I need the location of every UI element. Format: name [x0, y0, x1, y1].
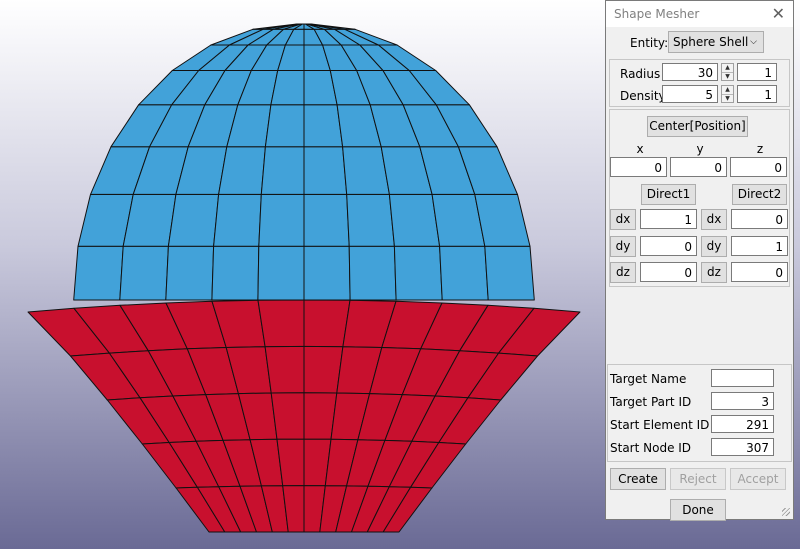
- direct1-dy-input[interactable]: [640, 236, 697, 256]
- target-name-label: Target Name: [610, 372, 687, 386]
- reject-button[interactable]: Reject: [670, 468, 726, 490]
- lower-mesh-element: [257, 299, 305, 348]
- direct1-dz-button[interactable]: dz: [610, 262, 636, 283]
- density-input[interactable]: [662, 85, 718, 103]
- center-x-input[interactable]: [610, 157, 667, 177]
- direct2-dx-button[interactable]: dx: [701, 209, 727, 230]
- x-label: x: [636, 142, 644, 156]
- entity-select[interactable]: Sphere Shell ⌵: [668, 31, 764, 53]
- center-z-input[interactable]: [730, 157, 787, 177]
- upper-mesh-element: [260, 146, 305, 195]
- direct2-dz-input[interactable]: [731, 262, 788, 282]
- target-name-input[interactable]: [711, 369, 774, 387]
- upper-mesh-element: [257, 245, 305, 301]
- direct2-dy-input[interactable]: [731, 236, 788, 256]
- direct1-dy-button[interactable]: dy: [610, 236, 636, 257]
- done-button[interactable]: Done: [670, 499, 726, 521]
- lower-mesh-element: [270, 392, 305, 440]
- entity-label: Entity:: [630, 36, 669, 50]
- upper-mesh-element: [474, 193, 531, 247]
- start-node-id-input[interactable]: [711, 438, 774, 456]
- close-icon[interactable]: ✕: [772, 4, 785, 23]
- upper-mesh-element: [439, 245, 489, 301]
- upper-mesh-element: [484, 245, 535, 301]
- radius-input[interactable]: [662, 63, 718, 81]
- upper-mesh-element: [258, 193, 305, 247]
- radius-spinner[interactable]: ▲ ▼: [721, 63, 734, 81]
- upper-mesh-element: [303, 193, 350, 247]
- upper-mesh-element: [393, 245, 443, 301]
- spin-down-icon[interactable]: ▼: [722, 95, 733, 103]
- upper-mesh-element: [73, 245, 124, 301]
- upper-mesh-element: [211, 245, 260, 301]
- upper-mesh-element: [303, 245, 351, 301]
- dialog-titlebar[interactable]: Shape Mesher ✕: [606, 1, 793, 27]
- start-element-id-input[interactable]: [711, 415, 774, 433]
- direct2-dz-button[interactable]: dz: [701, 262, 727, 283]
- direct2-dy-button[interactable]: dy: [701, 236, 727, 257]
- lower-mesh-element: [303, 345, 344, 394]
- dialog-title: Shape Mesher: [614, 7, 700, 21]
- target-part-id-label: Target Part ID: [610, 395, 692, 409]
- start-node-id-label: Start Node ID: [610, 441, 692, 455]
- direct1-dx-input[interactable]: [640, 209, 697, 229]
- upper-mesh-element: [218, 146, 266, 195]
- spin-up-icon[interactable]: ▲: [722, 86, 733, 95]
- lower-mesh-element: [264, 345, 305, 394]
- density-spinner[interactable]: ▲ ▼: [721, 85, 734, 103]
- upper-mesh-element: [213, 193, 262, 247]
- z-label: z: [756, 142, 764, 156]
- y-label: y: [696, 142, 704, 156]
- direct1-dz-input[interactable]: [640, 262, 697, 282]
- direct1-dx-button[interactable]: dx: [610, 209, 636, 230]
- resize-grip-icon[interactable]: [782, 508, 790, 516]
- upper-mesh-element: [348, 245, 397, 301]
- upper-mesh-element: [303, 104, 344, 148]
- upper-mesh-element: [119, 245, 169, 301]
- radius-step-input[interactable]: [737, 63, 777, 81]
- start-element-id-label: Start Element ID: [610, 418, 710, 432]
- direct1-button[interactable]: Direct1: [641, 184, 696, 205]
- density-step-input[interactable]: [737, 85, 777, 103]
- spin-down-icon[interactable]: ▼: [722, 73, 733, 81]
- spin-up-icon[interactable]: ▲: [722, 64, 733, 73]
- direct2-button[interactable]: Direct2: [732, 184, 787, 205]
- density-label: Density: [620, 89, 666, 103]
- create-button[interactable]: Create: [610, 468, 666, 490]
- upper-mesh-element: [388, 193, 441, 247]
- upper-mesh-element: [264, 104, 305, 148]
- upper-mesh-element: [303, 146, 348, 195]
- radius-label: Radius: [620, 67, 661, 81]
- lower-mesh-element: [303, 299, 351, 348]
- accept-button[interactable]: Accept: [730, 468, 786, 490]
- entity-select-value: Sphere Shell: [673, 35, 749, 49]
- upper-mesh-element: [346, 193, 395, 247]
- upper-mesh-element: [165, 245, 215, 301]
- target-part-id-input[interactable]: [711, 392, 774, 410]
- upper-mesh-element: [167, 193, 220, 247]
- shape-mesher-dialog: Shape Mesher ✕ Entity: Sphere Shell ⌵ Ra…: [605, 0, 794, 521]
- center-y-input[interactable]: [670, 157, 727, 177]
- chevron-down-icon: ⌵: [750, 37, 757, 47]
- center-position-button[interactable]: Center[Position]: [647, 116, 748, 137]
- direct2-dx-input[interactable]: [731, 209, 788, 229]
